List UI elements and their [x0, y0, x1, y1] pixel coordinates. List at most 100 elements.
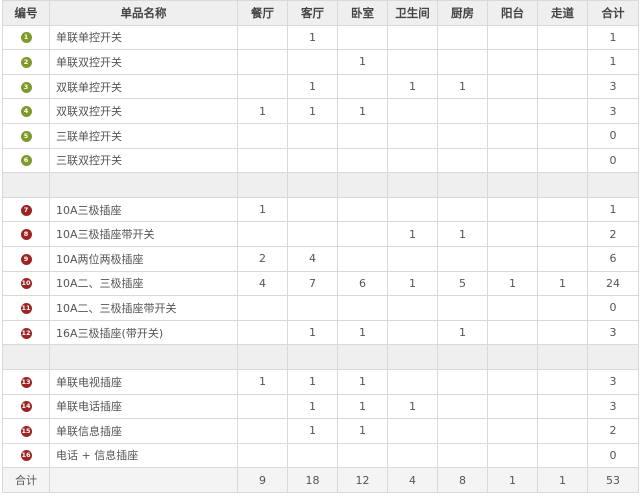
row-number-badge: 2 [20, 56, 32, 68]
row-number-badge: 16 [20, 450, 32, 462]
row-number-badge: 1 [20, 32, 32, 44]
row-number-cell: 1 [2, 24, 50, 51]
row-total-cell: 1 [587, 24, 639, 51]
product-name-cell: 10A三极插座 [49, 196, 238, 223]
separator-cell [337, 172, 388, 198]
room-count-cell [487, 147, 538, 174]
room-count-cell: 1 [237, 196, 288, 223]
room-count-cell [537, 245, 588, 272]
separator-cell [49, 344, 238, 370]
separator-cell [587, 172, 639, 198]
room-count-cell [487, 98, 538, 124]
room-count-cell: 1 [337, 368, 388, 395]
room-count-cell: 1 [287, 24, 338, 51]
separator-cell [237, 172, 288, 198]
room-count-cell: 1 [437, 319, 488, 346]
table-row: 9 10A两位两极插座 2 4 6 [2, 245, 639, 272]
row-number-badge: 10 [20, 278, 32, 290]
table-row: 13 单联电视插座 1 1 1 3 [2, 368, 639, 395]
row-total-cell: 3 [587, 98, 639, 124]
row-total-cell: 0 [587, 295, 639, 321]
row-number-badge: 5 [20, 130, 32, 142]
table-row: 6 三联双控开关 0 [2, 147, 639, 174]
footer-cell: 4 [387, 467, 438, 493]
header-room: 卫生间 [387, 0, 438, 26]
row-number-badge: 3 [20, 81, 32, 93]
row-number-cell: 15 [2, 418, 50, 444]
room-count-cell: 1 [437, 221, 488, 247]
table-body: 1 单联单控开关 1 1 2 单联双控开关 1 1 3 双联单控开关 1 1 1 3 4 双联双控开关 1 1 1 3… [2, 24, 639, 469]
room-count-cell [437, 49, 488, 75]
row-number-cell: 13 [2, 368, 50, 395]
separator-cell [437, 344, 488, 370]
table-row: 16 电话 + 信息插座 0 [2, 442, 639, 469]
product-name-cell: 10A两位两极插座 [49, 245, 238, 272]
room-count-cell: 7 [287, 270, 338, 297]
header-room: 阳台 [487, 0, 538, 26]
product-name-cell: 单联信息插座 [49, 418, 238, 444]
room-count-cell [437, 418, 488, 444]
room-count-cell [487, 442, 538, 469]
room-count-cell [237, 221, 288, 247]
product-name-cell: 单联电视插座 [49, 368, 238, 395]
room-count-cell [537, 73, 588, 100]
room-count-cell [437, 24, 488, 51]
product-name-cell: 单联单控开关 [49, 24, 238, 51]
room-count-cell [237, 442, 288, 469]
room-count-cell [237, 147, 288, 174]
row-number-cell: 9 [2, 245, 50, 272]
row-number-cell: 2 [2, 49, 50, 75]
row-total-cell: 3 [587, 319, 639, 346]
row-total-cell: 0 [587, 122, 639, 149]
footer-empty [49, 467, 238, 493]
room-count-cell [387, 98, 438, 124]
row-number-cell: 5 [2, 122, 50, 149]
row-number-badge: 13 [20, 376, 32, 388]
room-count-cell [237, 122, 288, 149]
room-count-cell: 1 [387, 393, 438, 420]
separator-cell [2, 172, 50, 198]
separator-cell [387, 344, 438, 370]
room-count-cell: 1 [337, 49, 388, 75]
room-count-cell [487, 221, 538, 247]
room-count-cell [487, 24, 538, 51]
room-count-cell [487, 196, 538, 223]
row-total-cell: 2 [587, 221, 639, 247]
separator-cell [387, 172, 438, 198]
room-count-cell [337, 147, 388, 174]
room-count-cell: 1 [287, 368, 338, 395]
room-count-cell: 1 [337, 393, 388, 420]
room-count-cell [487, 295, 538, 321]
footer-total: 53 [587, 467, 639, 493]
room-count-cell: 1 [287, 73, 338, 100]
room-count-cell: 1 [337, 319, 388, 346]
footer-row: 合计 9 18 12 4 8 1 1 53 [2, 467, 639, 493]
room-count-cell [287, 295, 338, 321]
room-count-cell: 4 [287, 245, 338, 272]
room-count-cell: 1 [387, 270, 438, 297]
separator-cell [2, 344, 50, 370]
room-count-cell: 1 [287, 319, 338, 346]
row-number-cell: 14 [2, 393, 50, 420]
row-total-cell: 24 [587, 270, 639, 297]
footer-cell: 8 [437, 467, 488, 493]
room-count-cell [287, 442, 338, 469]
row-total-cell: 0 [587, 442, 639, 469]
footer-cell: 12 [337, 467, 388, 493]
room-count-cell [437, 442, 488, 469]
room-count-cell: 1 [287, 98, 338, 124]
room-count-cell [337, 73, 388, 100]
room-count-cell [337, 442, 388, 469]
room-count-cell [287, 122, 338, 149]
room-count-cell [287, 147, 338, 174]
row-total-cell: 1 [587, 196, 639, 223]
room-count-cell [337, 245, 388, 272]
separator-cell [337, 344, 388, 370]
table-row: 1 单联单控开关 1 1 [2, 24, 639, 51]
table-row: 7 10A三极插座 1 1 [2, 196, 639, 223]
room-count-cell [537, 442, 588, 469]
room-count-cell [337, 295, 388, 321]
header-name: 单品名称 [49, 0, 238, 26]
room-count-cell [437, 245, 488, 272]
room-count-cell [487, 245, 538, 272]
